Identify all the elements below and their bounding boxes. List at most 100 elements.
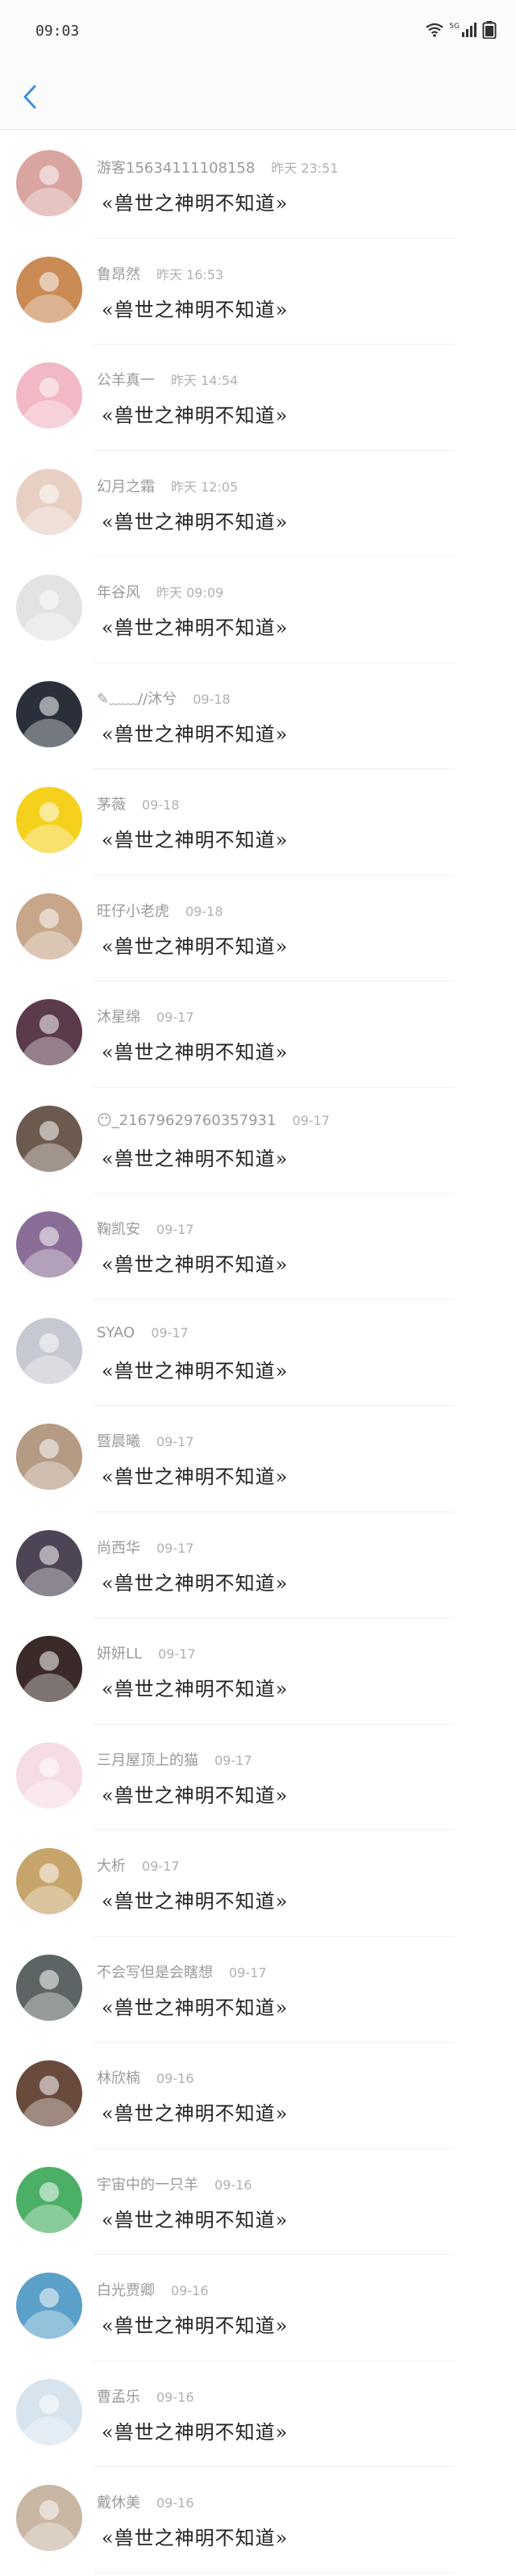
avatar[interactable]: [16, 1848, 82, 1914]
message-text: «兽世之神明不知道»: [102, 1041, 289, 1064]
list-item[interactable]: ✎﹏﹏//沐兮 09-18 «兽世之神明不知道»: [0, 663, 516, 770]
avatar[interactable]: [16, 787, 82, 853]
timestamp: 昨天 23:51: [271, 161, 339, 176]
list-item[interactable]: 鞠凯安 09-17 «兽世之神明不知道»: [0, 1194, 516, 1300]
timestamp: 09-17: [142, 1859, 180, 1874]
list-item-meta: 白光贾卿 09-16: [97, 2279, 209, 2300]
list-item[interactable]: SYAO 09-17 «兽世之神明不知道»: [0, 1300, 516, 1407]
user-name[interactable]: 公羊真一: [97, 369, 155, 390]
list-item-meta: 茅薇 09-18: [97, 793, 180, 814]
list-item[interactable]: 宇宙中的一只羊 09-16 «兽世之神明不知道»: [0, 2149, 516, 2256]
avatar[interactable]: [16, 2166, 82, 2233]
avatar-image: [16, 362, 82, 429]
avatar-image: [16, 256, 82, 323]
timestamp: 09-17: [158, 1646, 196, 1662]
list-item[interactable]: 游客15634111108158 昨天 23:51 «兽世之神明不知道»: [0, 132, 516, 239]
avatar[interactable]: [16, 150, 82, 216]
list-item[interactable]: 妍妍LL 09-17 «兽世之神明不知道»: [0, 1618, 516, 1725]
avatar[interactable]: [16, 1424, 82, 1490]
user-name[interactable]: 茅薇: [97, 793, 126, 814]
list-item[interactable]: 不会写但是会瞎想 09-17 «兽世之神明不知道»: [0, 1937, 516, 2043]
signal-icon: [461, 23, 477, 40]
list-item[interactable]: 沐星绵 09-17 «兽世之神明不知道»: [0, 981, 516, 1088]
timestamp: 09-17: [156, 1222, 194, 1237]
list-item[interactable]: 大析 09-17 «兽世之神明不知道»: [0, 1830, 516, 1937]
list-item[interactable]: 戴休美 09-16 «兽世之神明不知道»: [0, 2467, 516, 2574]
list-item[interactable]: 公羊真一 昨天 14:54 «兽世之神明不知道»: [0, 345, 516, 451]
message-text: «兽世之神明不知道»: [102, 935, 289, 958]
avatar-image: [16, 150, 82, 216]
list-item-meta: 😶_216796297603579​31 09-17: [97, 1112, 330, 1129]
list-item[interactable]: 曹孟乐 09-16 «兽世之神明不知道»: [0, 2361, 516, 2468]
list-item[interactable]: 旺仔小老虎 09-18 «兽世之神明不知道»: [0, 876, 516, 982]
user-name[interactable]: 白光贾卿: [97, 2279, 155, 2300]
avatar[interactable]: [16, 1529, 82, 1596]
list-item[interactable]: 白光贾卿 09-16 «兽世之神明不知道»: [0, 2255, 516, 2361]
avatar[interactable]: [16, 999, 82, 1065]
message-text: «兽世之神明不知道»: [102, 829, 289, 851]
user-name[interactable]: 游客15634111108158: [97, 157, 255, 178]
user-name[interactable]: 😶_216796297603579​31: [97, 1112, 276, 1129]
user-name[interactable]: SYAO: [97, 1324, 135, 1341]
avatar[interactable]: [16, 1636, 82, 1702]
top-navigation-bar: [0, 68, 516, 130]
user-name[interactable]: 大析: [97, 1855, 126, 1876]
user-name[interactable]: 不会写但是会瞎想: [97, 1961, 213, 1982]
user-name[interactable]: ✎﹏﹏//沐兮: [97, 688, 177, 709]
message-text: «兽世之神明不知道»: [102, 298, 289, 321]
user-name[interactable]: 年谷风: [97, 581, 140, 602]
avatar[interactable]: [16, 1954, 82, 2021]
message-list: 游客15634111108158 昨天 23:51 «兽世之神明不知道» 鲁昂然 昨天 …: [0, 132, 516, 2574]
timestamp: 09-18: [193, 691, 231, 707]
timestamp: 09-16: [156, 2071, 194, 2086]
avatar[interactable]: [16, 362, 82, 429]
timestamp: 09-17: [156, 1434, 194, 1449]
avatar-image: [16, 1954, 82, 2021]
avatar[interactable]: [16, 1105, 82, 1172]
list-item-meta: 旺仔小老虎 09-18: [97, 900, 223, 921]
list-item[interactable]: 尚西华 09-17 «兽世之神明不知道»: [0, 1512, 516, 1619]
list-item[interactable]: 三月屋顶上的猫 09-17 «兽世之神明不知道»: [0, 1725, 516, 1831]
avatar-image: [16, 1424, 82, 1490]
list-item-meta: SYAO 09-17: [97, 1324, 189, 1341]
back-button[interactable]: [18, 82, 42, 115]
user-name[interactable]: 旺仔小老虎: [97, 900, 169, 921]
list-item[interactable]: 鲁昂然 昨天 16:53 «兽世之神明不知道»: [0, 239, 516, 345]
avatar[interactable]: [16, 680, 82, 747]
list-item[interactable]: 幻月之霜 昨天 12:05 «兽世之神明不知道»: [0, 451, 516, 558]
list-item[interactable]: 😶_216796297603579​31 09-17 «兽世之神明不知道»: [0, 1088, 516, 1194]
message-text: «兽世之神明不知道»: [102, 192, 289, 215]
user-name[interactable]: 鲁昂然: [97, 263, 140, 284]
status-bar: 09:03 5G: [0, 0, 516, 68]
user-name[interactable]: 戴休美: [97, 2491, 140, 2512]
avatar[interactable]: [16, 2378, 82, 2445]
list-item[interactable]: 年谷风 昨天 09:09 «兽世之神明不知道»: [0, 557, 516, 663]
list-item[interactable]: 林欣楠 09-16 «兽世之神明不知道»: [0, 2043, 516, 2149]
avatar[interactable]: [16, 575, 82, 641]
avatar[interactable]: [16, 1211, 82, 1278]
message-text: «兽世之神明不知道»: [102, 1996, 289, 2019]
avatar[interactable]: [16, 2060, 82, 2126]
avatar[interactable]: [16, 1317, 82, 1384]
user-name[interactable]: 宇宙中的一只羊: [97, 2173, 198, 2194]
avatar[interactable]: [16, 893, 82, 960]
list-item[interactable]: 暨晨曦 09-17 «兽世之神明不知道»: [0, 1406, 516, 1512]
avatar[interactable]: [16, 256, 82, 323]
list-item-meta: 不会写但是会瞎想 09-17: [97, 1961, 267, 1982]
list-item[interactable]: 茅薇 09-18 «兽世之神明不知道»: [0, 769, 516, 876]
user-name[interactable]: 沐星绵: [97, 1006, 140, 1027]
list-item-meta: 暨晨曦 09-17: [97, 1430, 194, 1451]
avatar[interactable]: [16, 1742, 82, 1809]
user-name[interactable]: 鞠凯安: [97, 1218, 140, 1239]
user-name[interactable]: 林欣楠: [97, 2067, 140, 2088]
user-name[interactable]: 妍妍LL: [97, 1642, 142, 1663]
user-name[interactable]: 幻月之霜: [97, 475, 155, 496]
user-name[interactable]: 暨晨曦: [97, 1430, 140, 1451]
message-text: «兽世之神明不知道»: [102, 404, 289, 427]
user-name[interactable]: 三月屋顶上的猫: [97, 1749, 198, 1770]
user-name[interactable]: 尚西华: [97, 1537, 140, 1558]
avatar[interactable]: [16, 2485, 82, 2551]
avatar[interactable]: [16, 2273, 82, 2339]
avatar[interactable]: [16, 468, 82, 535]
user-name[interactable]: 曹孟乐: [97, 2386, 140, 2407]
